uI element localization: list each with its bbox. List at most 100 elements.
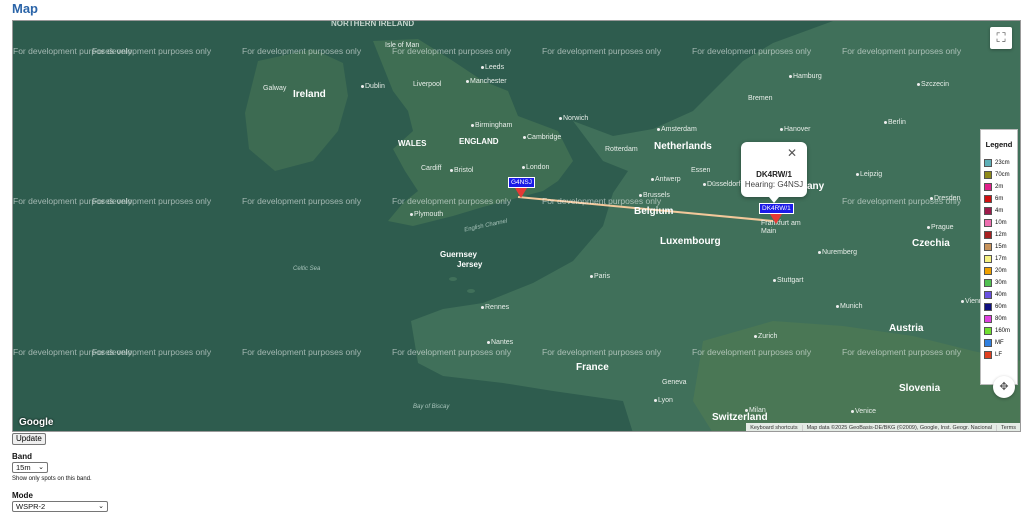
legend-item-label: 12m xyxy=(995,232,1007,238)
legend-item: 4m xyxy=(984,205,1014,217)
place-label: NORTHERN IRELAND xyxy=(331,20,415,28)
place-label: Czechia xyxy=(912,238,950,249)
legend-item: 160m xyxy=(984,325,1014,337)
info-popup: ✕ DK4RW/1 Hearing: G4NSJ xyxy=(741,142,807,203)
place-label: any xyxy=(807,181,825,192)
city-label: Leipzig xyxy=(860,171,883,178)
camera-control-button[interactable]: ✥ xyxy=(993,376,1015,398)
watermark-text: For development purposes only xyxy=(92,196,212,206)
spot-marker-rx[interactable]: DK4RW/1 xyxy=(759,203,794,224)
watermark-text: For development purposes only xyxy=(542,347,662,357)
legend-swatch xyxy=(984,207,992,215)
watermark-text: For development purposes only xyxy=(692,46,812,56)
place-label: Austria xyxy=(889,323,924,334)
place-label: Netherlands xyxy=(654,141,712,152)
legend-title: Legend xyxy=(985,140,1013,149)
legend-item: 10m xyxy=(984,217,1014,229)
city-label: Nuremberg xyxy=(822,249,858,256)
legend-item: 15m xyxy=(984,241,1014,253)
legend-item: LF xyxy=(984,349,1014,361)
sea-label: Celtic Sea xyxy=(293,266,321,272)
mode-select[interactable]: WSPR-2 ⌄ xyxy=(12,501,108,512)
page-title: Map xyxy=(12,1,38,16)
legend-swatch xyxy=(984,183,992,191)
place-label: Luxembourg xyxy=(660,236,721,247)
popup-title: DK4RW/1 xyxy=(756,170,792,179)
marker-pin-icon xyxy=(770,214,783,224)
legend-item-label: 10m xyxy=(995,220,1007,226)
legend-item-label: 23cm xyxy=(995,160,1010,166)
city-label: Liverpool xyxy=(413,81,442,88)
city-label: Antwerp xyxy=(655,176,681,183)
marker-label: G4NSJ xyxy=(508,177,535,188)
watermark-text: For development purposes only xyxy=(842,347,962,357)
update-button[interactable]: Update xyxy=(12,433,46,445)
legend-item: 2m xyxy=(984,181,1014,193)
place-label: Jersey xyxy=(457,260,483,269)
legend-item-label: 15m xyxy=(995,244,1007,250)
mode-label: Mode xyxy=(12,491,33,500)
legend-swatch xyxy=(984,219,992,227)
legend-swatch xyxy=(984,315,992,323)
legend-swatch xyxy=(984,267,992,275)
watermark-text: For development purposes only xyxy=(242,196,362,206)
band-select[interactable]: 15m ⌄ xyxy=(12,462,48,473)
google-logo: Google xyxy=(19,417,54,428)
legend-item-label: 60m xyxy=(995,304,1007,310)
city-label: Hamburg xyxy=(793,73,822,80)
terms-link[interactable]: Terms xyxy=(997,425,1020,431)
place-label: Guernsey xyxy=(440,250,477,259)
city-label: Manchester xyxy=(470,78,507,85)
sea-label: Bay of Biscay xyxy=(413,404,450,410)
city-label: Brussels xyxy=(643,192,670,199)
popup-subtitle: Hearing: G4NSJ xyxy=(744,180,804,189)
place-label: France xyxy=(576,362,609,373)
city-label: Amsterdam xyxy=(661,126,697,133)
band-select-value: 15m xyxy=(16,463,31,472)
band-label: Band xyxy=(12,452,32,461)
watermark-text: For development purposes only xyxy=(842,46,962,56)
legend-swatch xyxy=(984,303,992,311)
legend-item: 60m xyxy=(984,301,1014,313)
place-label: WALES xyxy=(398,139,427,148)
city-label: Szczecin xyxy=(921,81,950,88)
legend-item-label: 6m xyxy=(995,196,1004,202)
place-label: Isle of Man xyxy=(385,42,420,49)
legend-swatch xyxy=(984,327,992,335)
city-label: Paris xyxy=(594,273,610,280)
keyboard-shortcuts-link[interactable]: Keyboard shortcuts xyxy=(746,425,803,431)
place-label: ENGLAND xyxy=(459,137,499,146)
legend-item-label: 40m xyxy=(995,292,1007,298)
city-label: Bristol xyxy=(454,167,474,174)
legend-swatch xyxy=(984,279,992,287)
place-label: Ireland xyxy=(293,89,326,100)
chevron-down-icon: ⌄ xyxy=(98,503,104,510)
mode-select-value: WSPR-2 xyxy=(16,502,46,511)
legend-item: 20m xyxy=(984,265,1014,277)
city-label: Rotterdam xyxy=(605,146,638,153)
city-label: Milan xyxy=(749,407,766,414)
legend-item-label: 160m xyxy=(995,328,1011,334)
legend-item-label: 4m xyxy=(995,208,1004,214)
legend-item-label: 20m xyxy=(995,268,1007,274)
city-label: Dublin xyxy=(365,83,385,90)
fullscreen-button[interactable]: ⛶ xyxy=(990,27,1012,49)
legend-item: MF xyxy=(984,337,1014,349)
city-label: Cardiff xyxy=(421,165,442,172)
legend-item-label: 17m xyxy=(995,256,1007,262)
spot-marker-tx[interactable]: G4NSJ xyxy=(508,177,535,198)
place-label: Belgium xyxy=(634,206,674,217)
legend-item: 70cm xyxy=(984,169,1014,181)
legend-item: 12m xyxy=(984,229,1014,241)
legend-swatch xyxy=(984,339,992,347)
fullscreen-icon: ⛶ xyxy=(996,30,1006,45)
watermark-text: For development purposes only xyxy=(92,46,212,56)
legend-item: 6m xyxy=(984,193,1014,205)
legend: Legend 23cm 70cm 2m 6m 4m 10m 12m 15m 17m 20m 30m 4… xyxy=(980,129,1018,385)
map-attribution: Keyboard shortcuts Map data ©2025 GeoBas… xyxy=(746,423,1020,431)
legend-swatch xyxy=(984,243,992,251)
map-view[interactable]: For development purposes only For develo… xyxy=(12,20,1021,432)
close-icon[interactable]: ✕ xyxy=(787,146,797,160)
legend-item: 30m xyxy=(984,277,1014,289)
city-label: Norwich xyxy=(563,115,589,122)
